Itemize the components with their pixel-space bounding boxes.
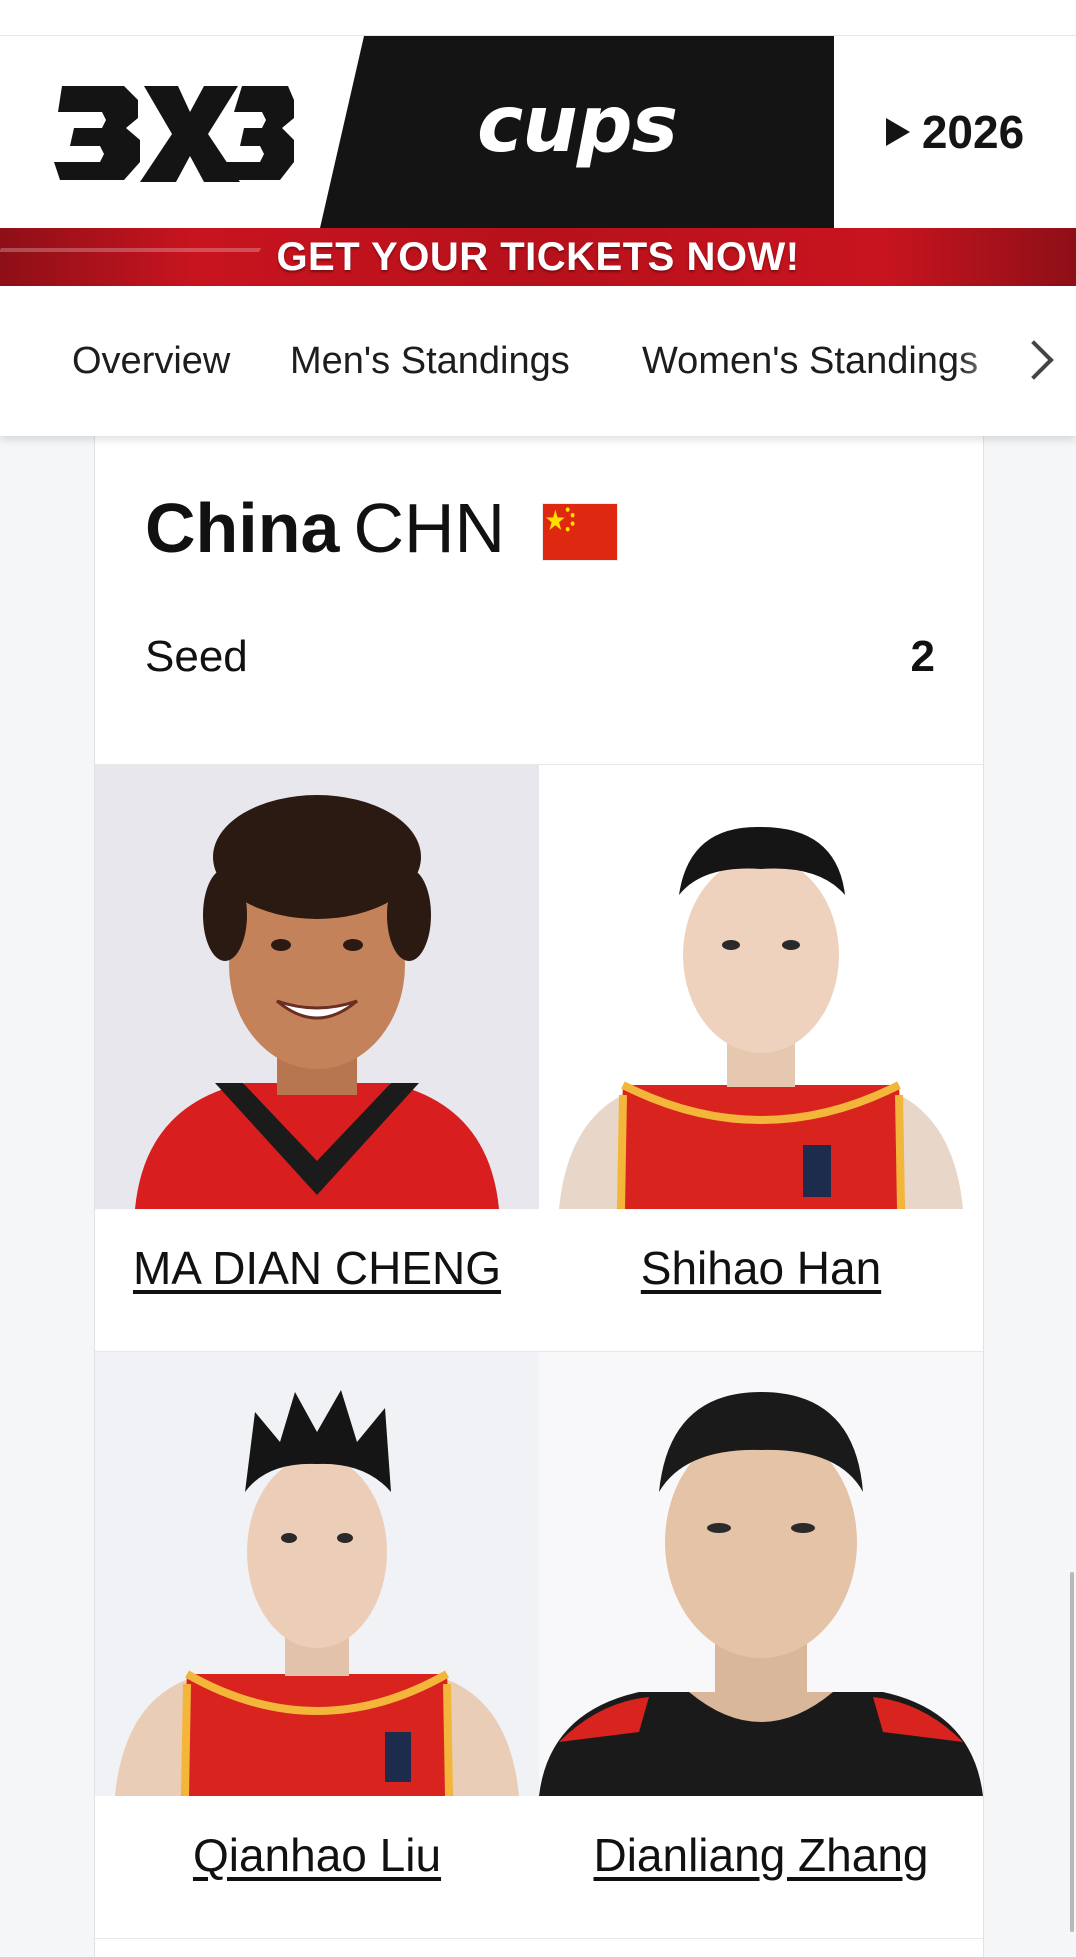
site-header: cups 2026 [0, 36, 1076, 228]
team-card: China CHN Seed 2 MA DIAN CHENG Shihao Ha… [94, 436, 984, 1957]
player-photo[interactable] [95, 1352, 539, 1796]
player-photo[interactable] [539, 1352, 983, 1796]
player-name-link[interactable]: Qianhao Liu [95, 1828, 539, 1882]
status-strip [0, 0, 1076, 36]
3x3-logo[interactable] [52, 78, 296, 188]
cups-panel: cups [320, 36, 834, 228]
player-name-link[interactable]: Dianliang Zhang [539, 1828, 983, 1882]
player-photo[interactable] [539, 765, 983, 1209]
team-code: CHN [353, 489, 506, 567]
year-label: 2026 [921, 106, 1025, 158]
tickets-banner-text: GET YOUR TICKETS NOW! [276, 234, 800, 279]
player-name-link[interactable]: MA DIAN CHENG [95, 1241, 539, 1295]
tab-mens-standings[interactable]: Men's Standings [290, 286, 570, 436]
team-title: China CHN [145, 488, 505, 568]
tab-overview[interactable]: Overview [72, 286, 230, 436]
china-flag-icon [543, 504, 617, 560]
player-card: Shihao Han [539, 765, 983, 1351]
year-selector[interactable]: 2026 [834, 36, 1076, 228]
tab-womens-standings[interactable]: Women's Standings [642, 286, 978, 436]
section-tabs: Overview Men's Standings Women's Standin… [0, 286, 1076, 436]
tickets-banner[interactable]: GET YOUR TICKETS NOW! [0, 228, 1076, 286]
seed-label: Seed [145, 632, 248, 681]
player-name-link[interactable]: Shihao Han [539, 1241, 983, 1295]
player-photo[interactable] [95, 765, 539, 1209]
player-card: Qianhao Liu [95, 1352, 539, 1938]
team-name: China [145, 489, 340, 567]
seed-value: 2 [910, 632, 935, 681]
player-card: Dianliang Zhang [539, 1352, 983, 1938]
page-scrollbar[interactable] [1070, 1572, 1074, 1932]
play-icon [885, 118, 910, 146]
divider [95, 1938, 983, 1939]
cups-wordmark: cups [476, 80, 678, 170]
player-card: MA DIAN CHENG [95, 765, 539, 1351]
